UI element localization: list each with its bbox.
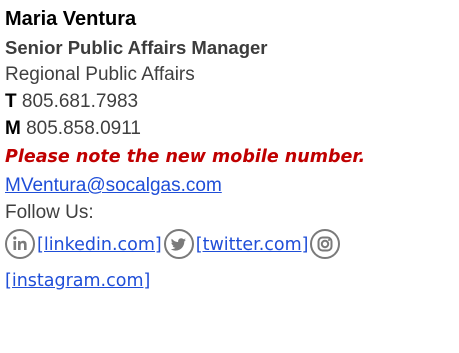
linkedin-link[interactable]: [linkedin.com] <box>37 235 162 255</box>
email-line: MVentura@socalgas.com <box>5 172 455 199</box>
linkedin-icon[interactable] <box>5 229 35 259</box>
signature-name: Maria Ventura <box>5 8 137 30</box>
social-links: [linkedin.com] [twitter.com] <box>5 226 455 262</box>
email-link[interactable]: MVentura@socalgas.com <box>5 175 222 196</box>
office-phone-number: 805.681.7983 <box>21 91 139 112</box>
instagram-line: [instagram.com] <box>5 264 455 298</box>
office-phone: T 805.681.7983 <box>5 88 455 115</box>
twitter-icon[interactable] <box>163 229 194 259</box>
department: Regional Public Affairs <box>5 64 195 85</box>
instagram-icon[interactable] <box>310 229 341 259</box>
email-signature: Maria Ventura Senior Public Affairs Mana… <box>5 4 455 298</box>
job-title: Senior Public Affairs Manager <box>5 37 268 58</box>
instagram-link[interactable]: [instagram.com] <box>5 271 150 291</box>
mobile-number-notice: Please note the new mobile number. <box>5 147 366 167</box>
follow-us-label: Follow Us: <box>5 202 94 223</box>
mobile-phone-number: 805.858.0911 <box>26 118 141 139</box>
twitter-link[interactable]: [twitter.com] <box>196 235 309 255</box>
office-phone-label: T <box>5 91 17 112</box>
mobile-phone: M 805.858.0911 <box>5 115 455 142</box>
mobile-phone-label: M <box>5 118 21 139</box>
